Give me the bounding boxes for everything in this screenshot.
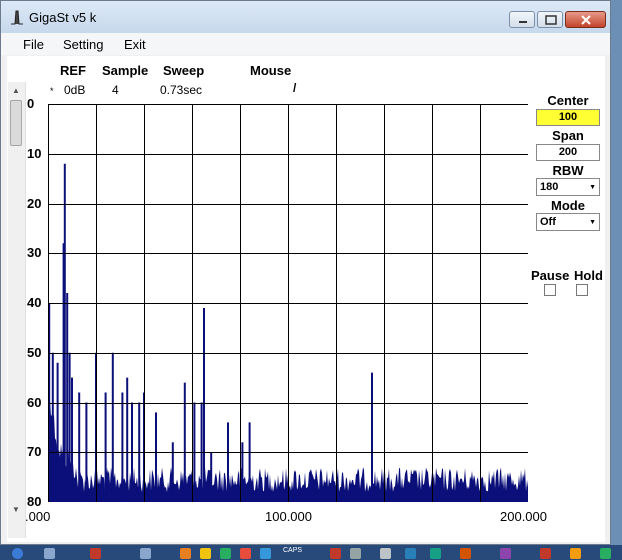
mode-label: Mode xyxy=(551,198,585,213)
sweep-value: 0.73sec xyxy=(160,83,203,97)
scroll-down-icon[interactable]: ▼ xyxy=(12,506,20,514)
taskbar-app-icon[interactable] xyxy=(44,548,55,559)
taskbar-app-icon[interactable] xyxy=(140,548,151,559)
maximize-icon xyxy=(545,15,557,25)
pause-label: Pause xyxy=(531,268,570,283)
tray-icon[interactable] xyxy=(500,548,511,559)
mouse-value: / xyxy=(293,81,297,95)
sample-value: 4 xyxy=(112,83,119,97)
center-label: Center xyxy=(547,93,589,108)
scroll-thumb[interactable] xyxy=(10,100,22,146)
menu-file[interactable]: File xyxy=(23,37,44,52)
tray-icon[interactable] xyxy=(570,548,581,559)
chevron-down-icon: ▼ xyxy=(589,184,596,191)
pause-checkbox[interactable] xyxy=(544,284,556,296)
tray-icon[interactable] xyxy=(180,548,191,559)
y-tick-label: 40 xyxy=(27,295,42,310)
span-label: Span xyxy=(552,128,584,143)
tray-icon[interactable] xyxy=(380,548,391,559)
tray-icon[interactable] xyxy=(220,548,231,559)
app-window: GigaSt v5 k File Setting Exit ▲ ▼ REF Sa… xyxy=(0,0,611,545)
tray-icon[interactable] xyxy=(330,548,341,559)
rbw-select[interactable]: 180 ▼ xyxy=(536,178,600,196)
vertical-scrollbar[interactable]: ▲ ▼ xyxy=(8,82,26,538)
tray-icon[interactable] xyxy=(240,548,251,559)
title-bar: GigaSt v5 k xyxy=(1,1,610,33)
menu-bar: File Setting Exit xyxy=(1,33,610,55)
y-tick-label: 50 xyxy=(27,344,42,360)
window-title: GigaSt v5 k xyxy=(29,10,97,25)
analyzer-panel: ▲ ▼ REF Sample Sweep Mouse * 0dB 4 0.73s… xyxy=(7,56,605,542)
center-value: 100 xyxy=(558,111,578,123)
tray-icon[interactable] xyxy=(200,548,211,559)
app-icon xyxy=(11,10,23,25)
sample-header: Sample xyxy=(102,63,149,78)
x-tick-1: 100.000 xyxy=(265,509,312,524)
center-input[interactable]: 100 xyxy=(536,109,600,126)
y-tick-label: 70 xyxy=(27,444,42,460)
hold-checkbox[interactable] xyxy=(576,284,588,296)
spectrum-chart xyxy=(48,104,529,503)
caps-indicator: CAPS xyxy=(283,547,303,554)
start-icon[interactable] xyxy=(12,548,23,559)
mouse-header: Mouse xyxy=(250,63,292,78)
span-value: 200 xyxy=(558,146,578,158)
tray-icon[interactable] xyxy=(460,548,471,559)
ref-marker: * xyxy=(50,86,54,96)
minimize-button[interactable] xyxy=(509,11,535,28)
ref-header: REF xyxy=(60,63,86,78)
mode-value: Off xyxy=(540,216,556,228)
y-tick-label: 80 xyxy=(27,494,42,509)
minimize-icon xyxy=(519,21,527,23)
y-tick-label: 60 xyxy=(27,394,42,410)
taskbar-app-icon[interactable] xyxy=(90,548,101,559)
y-tick-label: 20 xyxy=(27,195,42,211)
mode-select[interactable]: Off ▼ xyxy=(536,213,600,231)
close-icon xyxy=(581,15,591,25)
tray-icon[interactable] xyxy=(600,548,611,559)
spectrum-plot[interactable] xyxy=(48,104,529,503)
scroll-up-icon[interactable]: ▲ xyxy=(12,87,20,95)
y-tick-label: 30 xyxy=(27,245,42,261)
ref-value: 0dB xyxy=(64,83,86,97)
x-tick-0: .000 xyxy=(25,509,51,524)
tray-icon[interactable] xyxy=(350,548,361,559)
rbw-label: RBW xyxy=(552,163,584,178)
span-input[interactable]: 200 xyxy=(536,144,600,161)
hold-label: Hold xyxy=(574,268,603,283)
sweep-header: Sweep xyxy=(163,63,205,78)
taskbar: CAPS xyxy=(0,545,622,560)
tray-icon[interactable] xyxy=(405,548,416,559)
maximize-button[interactable] xyxy=(537,11,563,28)
y-tick-label: 10 xyxy=(27,145,42,161)
tray-icon[interactable] xyxy=(430,548,441,559)
rbw-value: 180 xyxy=(540,181,559,193)
y-tick-label: 0 xyxy=(27,96,35,111)
tray-icon[interactable] xyxy=(540,548,551,559)
chevron-down-icon: ▼ xyxy=(589,219,596,226)
menu-exit[interactable]: Exit xyxy=(124,37,146,52)
close-button[interactable] xyxy=(565,11,606,28)
x-tick-2: 200.000 xyxy=(500,509,547,524)
menu-setting[interactable]: Setting xyxy=(63,37,103,52)
tray-icon[interactable] xyxy=(260,548,271,559)
